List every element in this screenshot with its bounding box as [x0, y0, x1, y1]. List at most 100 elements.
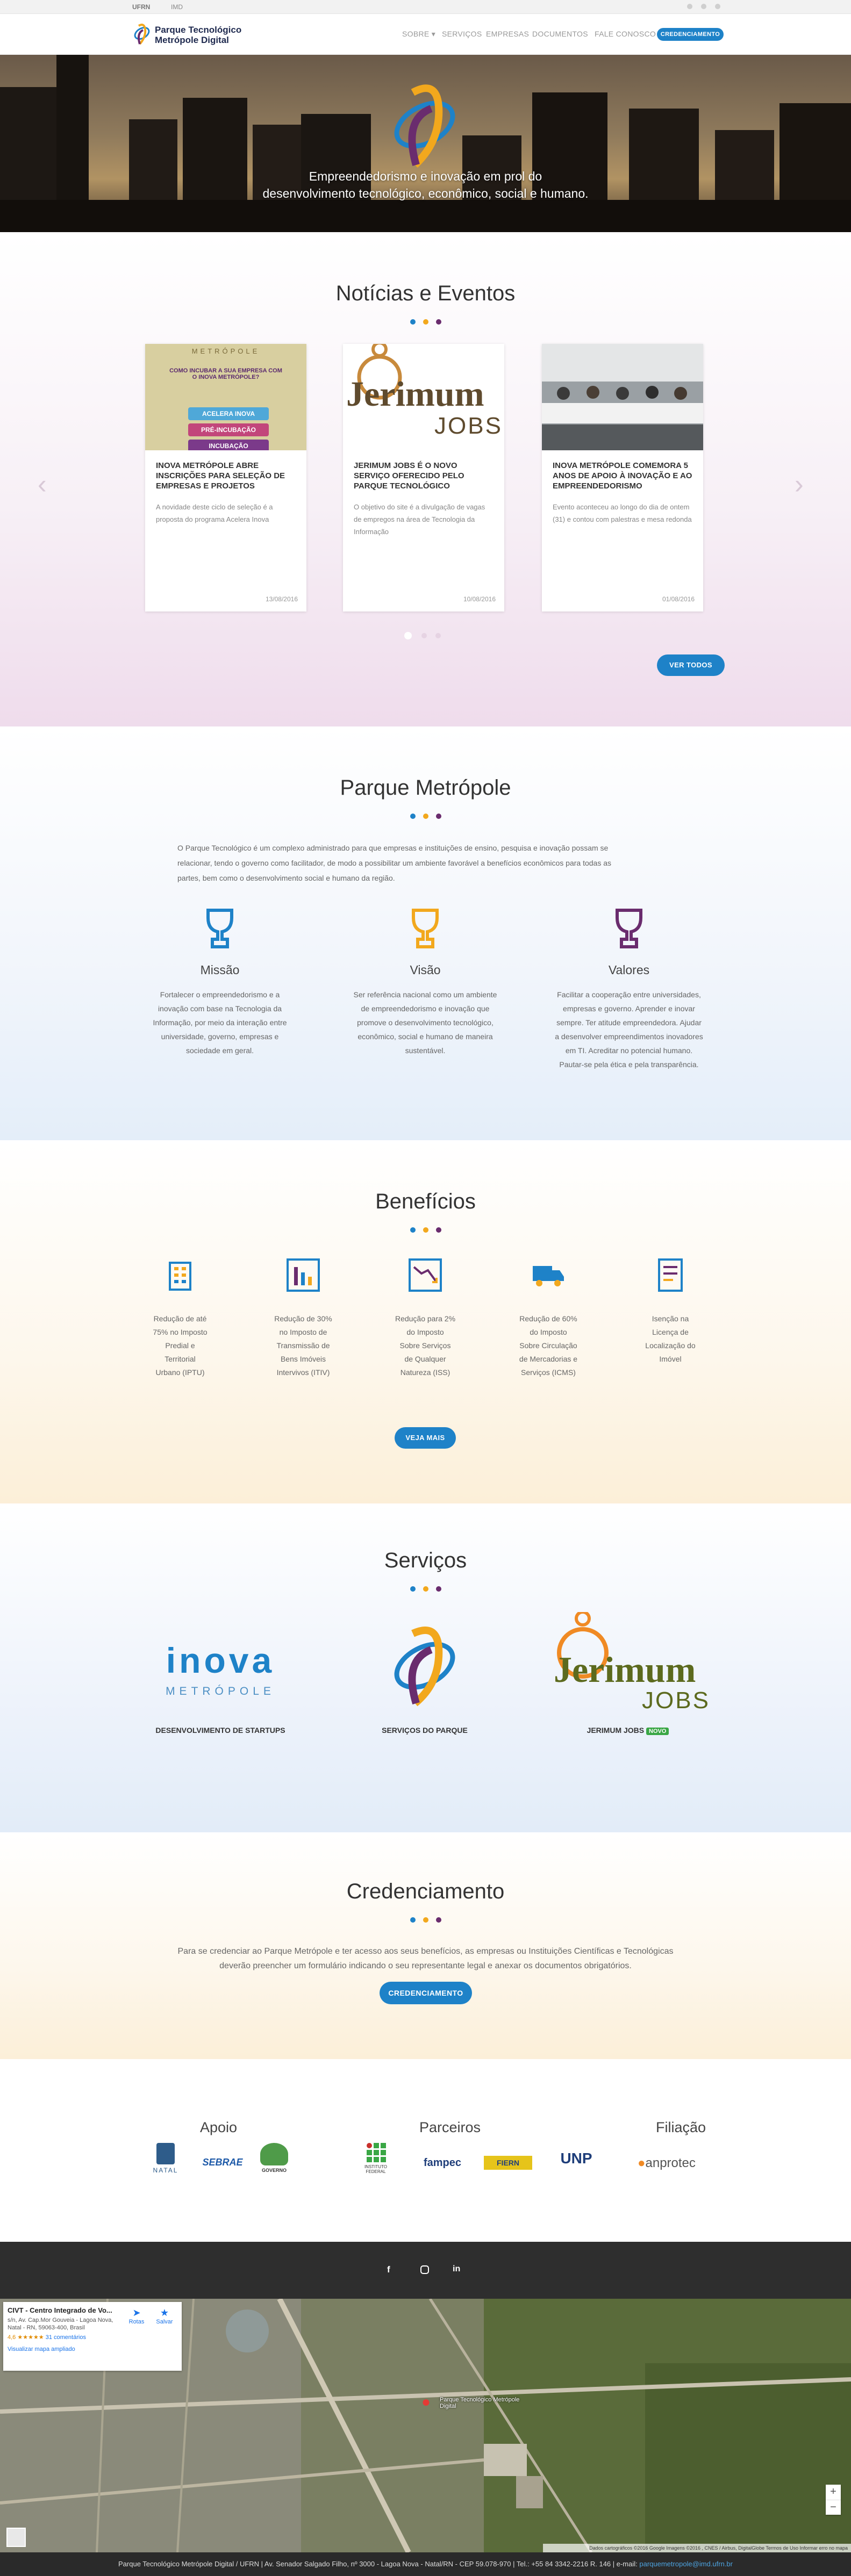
news-card[interactable]: Jerimum JOBS JERIMUM JOBS É O NOVO SERVI… [343, 344, 504, 611]
news-card-image: METRÓPOLE COMO INCUBAR A SUA EMPRESA COM… [145, 344, 306, 450]
carousel-dot-active[interactable] [404, 632, 412, 639]
fiern-logo[interactable]: FIERN [484, 2156, 532, 2170]
footer-email-link[interactable]: parquemetropole@imd.ufrn.br [639, 2560, 733, 2568]
governo-logo[interactable]: GOVERNO [257, 2143, 291, 2181]
news-card[interactable]: INOVA METRÓPOLE COMEMORA 5 ANOS DE APOIO… [542, 344, 703, 611]
map-info-card: CIVT - Centro Integrado de Vo... s/n, Av… [3, 2302, 182, 2371]
governo-logo-text: GOVERNO [261, 2168, 287, 2173]
hero-title-line-1: Empreendedorismo e inovação em prol do [309, 169, 542, 183]
menu-sobre[interactable]: SOBRE ▾ [402, 30, 435, 39]
parque-logo-icon [134, 24, 150, 45]
image-tag-pre-incubacao: PRÉ-INCUBAÇÃO [188, 423, 269, 436]
news-card-date: 10/08/2016 [463, 595, 496, 603]
directions-icon: ➤ [132, 2307, 141, 2318]
trophy-icon [616, 909, 642, 948]
news-card-title[interactable]: JERIMUM JOBS É O NOVO SERVIÇO OFERECIDO … [354, 460, 495, 491]
about-intro-line: partes, bem como o desenvolvimento socia… [177, 874, 395, 882]
missao-text: Fortalecer o empreendedorismo e a inovaçã… [153, 990, 287, 1055]
jobs-brand-text: JOBS [434, 413, 503, 439]
news-card-title[interactable]: INOVA METRÓPOLE ABRE INSCRIÇÕES PARA SEL… [156, 460, 297, 491]
instagram-icon[interactable] [420, 2265, 429, 2274]
menu-documentos[interactable]: DOCUMENTOS [532, 30, 588, 38]
unp-logo[interactable]: UNP [559, 2144, 593, 2178]
map-route-label: Rotas [128, 2319, 145, 2325]
map-save-button[interactable]: ★ Salvar [154, 2307, 175, 2325]
truck-icon [533, 1266, 564, 1286]
apoio-title: Apoio [200, 2119, 238, 2135]
trophy-icon [206, 909, 233, 948]
metropole-logo-text: METRÓPOLE [166, 1685, 275, 1697]
linkedin-icon[interactable] [715, 4, 720, 9]
missao-title: Missão [200, 963, 240, 977]
anprotec-text: anprotec [645, 2156, 696, 2170]
about-intro-line: O Parque Tecnológico é um complexo admin… [177, 844, 609, 852]
sebrae-logo[interactable]: SEBRAE [200, 2154, 245, 2171]
fampec-logo[interactable]: fampec [419, 2154, 466, 2172]
event-photo [542, 344, 703, 450]
map-rating: 4,6 [8, 2334, 16, 2341]
credenciamento-button[interactable]: CREDENCIAMENTO [380, 1982, 472, 2004]
service-label[interactable]: SERVIÇOS DO PARQUE [344, 1726, 505, 1735]
google-map[interactable]: ● Parque Tecnológico Metrópole Digital C… [0, 2299, 851, 2552]
hero-title-line-2: desenvolvimento tecnológico, econômico, … [262, 186, 589, 200]
trophy-icon [412, 909, 439, 948]
news-card-text: Evento aconteceu ao longo do dia de onte… [553, 503, 692, 523]
carousel-dot[interactable] [421, 633, 427, 638]
filiacao-title: Filiação [656, 2119, 706, 2135]
title-dots [410, 1586, 441, 1592]
accreditation-title: Credenciamento [346, 1880, 505, 1903]
inova-logo-text: inova [166, 1640, 275, 1680]
map-marker-icon[interactable]: ● [421, 2393, 431, 2410]
map-save-label: Salvar [156, 2319, 173, 2325]
visao-title: Visão [410, 963, 441, 977]
imd-link[interactable]: IMD [171, 3, 183, 11]
ufrn-link[interactable]: UFRN [132, 3, 150, 11]
carousel-prev-icon[interactable]: ‹ [38, 469, 47, 500]
image-headline: COMO INCUBAR A SUA EMPRESA COM O INOVA M… [169, 368, 282, 380]
map-type-toggle[interactable] [6, 2528, 26, 2547]
menu-servicos[interactable]: SERVIÇOS [442, 30, 482, 38]
news-card-date: 13/08/2016 [265, 595, 298, 603]
carousel-next-icon[interactable]: › [795, 469, 804, 500]
menu-empresas[interactable]: EMPRESAS [486, 30, 529, 38]
news-card-title[interactable]: INOVA METRÓPOLE COMEMORA 5 ANOS DE APOIO… [553, 460, 693, 491]
jerimum-brand-text: Jerimum [346, 375, 484, 414]
accreditation-section: Credenciamento Para se credenciar ao Par… [0, 1832, 851, 2059]
map-marker-label: Parque Tecnológico Metrópole Digital [440, 2397, 520, 2409]
instagram-icon[interactable] [701, 4, 706, 9]
zoom-in-button[interactable]: + [826, 2485, 841, 2500]
logo-line-2: Metrópole Digital [155, 35, 229, 45]
service-label[interactable]: DESENVOLVIMENTO DE STARTUPS [140, 1726, 301, 1735]
zoom-out-button[interactable]: − [826, 2500, 841, 2515]
view-all-news-button[interactable]: VER TODOS [657, 654, 725, 676]
linkedin-icon[interactable]: in [453, 2264, 460, 2274]
map-enlarge-link[interactable]: Visualizar mapa ampliado [8, 2346, 177, 2352]
about-intro: O Parque Tecnológico é um complexo admin… [177, 840, 677, 886]
menu-fale-conosco[interactable]: FALE CONOSCO [595, 30, 656, 38]
benefit-text: Redução de até 75% no Imposto Predial e Ter… [153, 1314, 208, 1377]
line-chart-icon [409, 1258, 442, 1292]
accreditation-line: deverão preencher um formulário indicand… [219, 1961, 632, 1970]
image-tag-acelera: ACELERA INOVA [188, 407, 269, 420]
news-card-text: O objetivo do site é a divulgação de vag… [354, 503, 485, 536]
credenciamento-nav-button[interactable]: CREDENCIAMENTO [657, 28, 724, 41]
title-dots [410, 1227, 441, 1233]
building-icon [169, 1262, 191, 1291]
map-route-button[interactable]: ➤ Rotas [126, 2307, 147, 2325]
facebook-icon[interactable] [687, 4, 692, 9]
facebook-icon[interactable]: f [387, 2264, 390, 2275]
news-card[interactable]: METRÓPOLE COMO INCUBAR A SUA EMPRESA COM… [145, 344, 306, 611]
map-reviews-link[interactable]: 31 comentários [46, 2334, 86, 2341]
news-card-text: A novidade deste ciclo de seleção é a pr… [156, 503, 273, 523]
title-dots [410, 814, 441, 819]
see-more-benefits-button[interactable]: VEJA MAIS [395, 1427, 456, 1449]
site-logo[interactable]: Parque Tecnológico Metrópole Digital [132, 23, 310, 46]
valores-text: Facilitar a cooperação entre universidad… [555, 990, 703, 1069]
service-label[interactable]: JERIMUM JOBS NOVO [547, 1726, 709, 1735]
document-icon [658, 1258, 683, 1292]
instituto-federal-logo[interactable]: INSTITUTO FEDERAL [358, 2143, 394, 2182]
natal-logo[interactable]: NATAL [148, 2140, 183, 2183]
accreditation-line: Para se credenciar ao Parque Metrópole e… [177, 1947, 674, 1956]
anprotec-logo[interactable]: ●anprotec [638, 2155, 724, 2172]
carousel-dot[interactable] [435, 633, 441, 638]
